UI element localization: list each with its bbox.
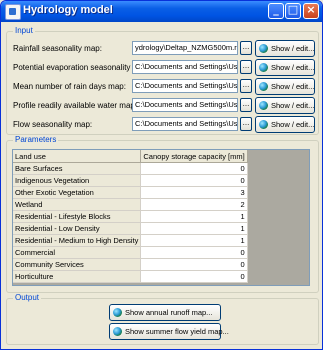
canopy-storage-cell[interactable]: 3 — [140, 186, 248, 199]
canopy-storage-cell[interactable]: 1 — [140, 210, 248, 223]
table-row: Commercial 0 — [13, 246, 248, 259]
flow-seasonality-browse-button[interactable]: ... — [240, 117, 252, 131]
land-use-cell: Wetland — [13, 198, 142, 211]
canopy-storage-cell[interactable]: 0 — [140, 174, 248, 187]
globe-icon — [113, 308, 122, 317]
hydrology-model-window: Hydrology model _ □ × Input Rainfall sea… — [0, 0, 323, 350]
globe-icon — [259, 101, 268, 110]
column-header-land-use[interactable]: Land use — [13, 150, 142, 163]
readily-available-water-path-field[interactable]: C:\Documents and Settings\User\ — [132, 98, 238, 112]
readily-available-water-show-button[interactable]: Show / edit... — [255, 97, 315, 114]
column-header-canopy-storage[interactable]: Canopy storage capacity [mm] — [140, 150, 248, 163]
land-use-cell: Residential - Medium to High Density — [13, 234, 142, 247]
canopy-storage-cell[interactable]: 0 — [140, 258, 248, 271]
evaporation-seasonality-row: Potential evaporation seasonality map: C… — [7, 58, 317, 78]
rain-days-browse-button[interactable]: ... — [240, 79, 252, 93]
show-annual-runoff-map-button[interactable]: Show annual runoff map... — [109, 304, 221, 321]
input-legend: Input — [13, 26, 35, 35]
canopy-storage-cell[interactable]: 0 — [140, 162, 248, 175]
rainfall-seasonality-show-button[interactable]: Show / edit... — [255, 40, 315, 57]
parameters-table: Land use Canopy storage capacity [mm] Ba… — [13, 150, 248, 283]
table-row: Other Exotic Vegetation 3 — [13, 186, 248, 199]
flow-seasonality-label: Flow seasonality map: — [13, 120, 93, 129]
close-button[interactable]: × — [303, 3, 319, 19]
table-row: Residential - Medium to High Density 1 — [13, 234, 248, 247]
table-row: Bare Surfaces 0 — [13, 162, 248, 175]
flow-seasonality-path-field[interactable]: C:\Documents and Settings\User\ — [132, 117, 238, 131]
show-annual-runoff-map-label: Show annual runoff map... — [125, 308, 213, 317]
canopy-storage-cell[interactable]: 1 — [140, 234, 248, 247]
readily-available-water-label: Profile readily available water map: — [13, 101, 138, 110]
land-use-cell: Residential - Low Density — [13, 222, 142, 235]
evaporation-seasonality-browse-button[interactable]: ... — [240, 60, 252, 74]
canopy-storage-cell[interactable]: 2 — [140, 198, 248, 211]
evaporation-seasonality-show-button[interactable]: Show / edit... — [255, 59, 315, 76]
land-use-cell: Residential - Lifestyle Blocks — [13, 210, 142, 223]
show-edit-label: Show / edit... — [271, 82, 315, 91]
globe-icon — [113, 327, 122, 336]
table-header-row: Land use Canopy storage capacity [mm] — [13, 150, 248, 163]
minimize-button[interactable]: _ — [268, 3, 284, 19]
title-bar[interactable]: Hydrology model _ □ × — [1, 1, 322, 22]
rainfall-seasonality-row: Rainfall seasonality map: ydrology\Delta… — [7, 39, 317, 59]
globe-icon — [259, 44, 268, 53]
canopy-storage-cell[interactable]: 0 — [140, 246, 248, 259]
table-row: Community Services 0 — [13, 258, 248, 271]
rain-days-show-button[interactable]: Show / edit... — [255, 78, 315, 95]
evaporation-seasonality-path-field[interactable]: C:\Documents and Settings\User\ — [132, 60, 238, 74]
rain-days-path-field[interactable]: C:\Documents and Settings\User\ — [132, 79, 238, 93]
maximize-icon: □ — [287, 3, 299, 16]
rainfall-seasonality-label: Rainfall seasonality map: — [13, 44, 102, 53]
flow-seasonality-row: Flow seasonality map: C:\Documents and S… — [7, 115, 317, 135]
show-edit-label: Show / edit... — [271, 101, 315, 110]
minimize-icon: _ — [273, 3, 279, 16]
table-row: Residential - Low Density 1 — [13, 222, 248, 235]
show-edit-label: Show / edit... — [271, 120, 315, 129]
show-summer-flow-yield-map-button[interactable]: Show summer flow yield map... — [109, 323, 229, 340]
table-row: Horticulture 0 — [13, 270, 248, 283]
table-row: Residential - Lifestyle Blocks 1 — [13, 210, 248, 223]
evaporation-seasonality-label: Potential evaporation seasonality map: — [13, 63, 151, 72]
land-use-cell: Commercial — [13, 246, 142, 259]
table-row: Indigenous Vegetation 0 — [13, 174, 248, 187]
output-legend: Output — [13, 293, 42, 302]
maximize-button[interactable]: □ — [285, 3, 301, 19]
rain-days-label: Mean number of rain days map: — [13, 82, 126, 91]
show-edit-label: Show / edit... — [271, 63, 315, 72]
parameters-legend: Parameters — [13, 135, 59, 144]
globe-icon — [259, 82, 268, 91]
table-row: Wetland 2 — [13, 198, 248, 211]
window-title: Hydrology model — [23, 4, 113, 16]
readily-available-water-row: Profile readily available water map: C:\… — [7, 96, 317, 116]
input-group: Input Rainfall seasonality map: ydrology… — [6, 26, 319, 135]
globe-icon — [259, 63, 268, 72]
land-use-cell: Indigenous Vegetation — [13, 174, 142, 187]
show-edit-label: Show / edit... — [271, 44, 315, 53]
rain-days-row: Mean number of rain days map: C:\Documen… — [7, 77, 317, 97]
canopy-storage-cell[interactable]: 0 — [140, 270, 248, 283]
canopy-storage-cell[interactable]: 1 — [140, 222, 248, 235]
parameters-grid[interactable]: Land use Canopy storage capacity [mm] Ba… — [12, 149, 310, 286]
land-use-cell: Bare Surfaces — [13, 162, 142, 175]
flow-seasonality-show-button[interactable]: Show / edit... — [255, 116, 315, 133]
readily-available-water-browse-button[interactable]: ... — [240, 98, 252, 112]
show-summer-flow-yield-map-label: Show summer flow yield map... — [125, 327, 229, 336]
app-window-icon — [5, 4, 21, 20]
rainfall-seasonality-browse-button[interactable]: ... — [240, 41, 252, 55]
land-use-cell: Horticulture — [13, 270, 142, 283]
globe-icon — [259, 120, 268, 129]
close-icon: × — [306, 3, 316, 16]
land-use-cell: Community Services — [13, 258, 142, 271]
rainfall-seasonality-path-field[interactable]: ydrology\Deltap_NZMG500m.rst — [132, 41, 238, 55]
land-use-cell: Other Exotic Vegetation — [13, 186, 142, 199]
